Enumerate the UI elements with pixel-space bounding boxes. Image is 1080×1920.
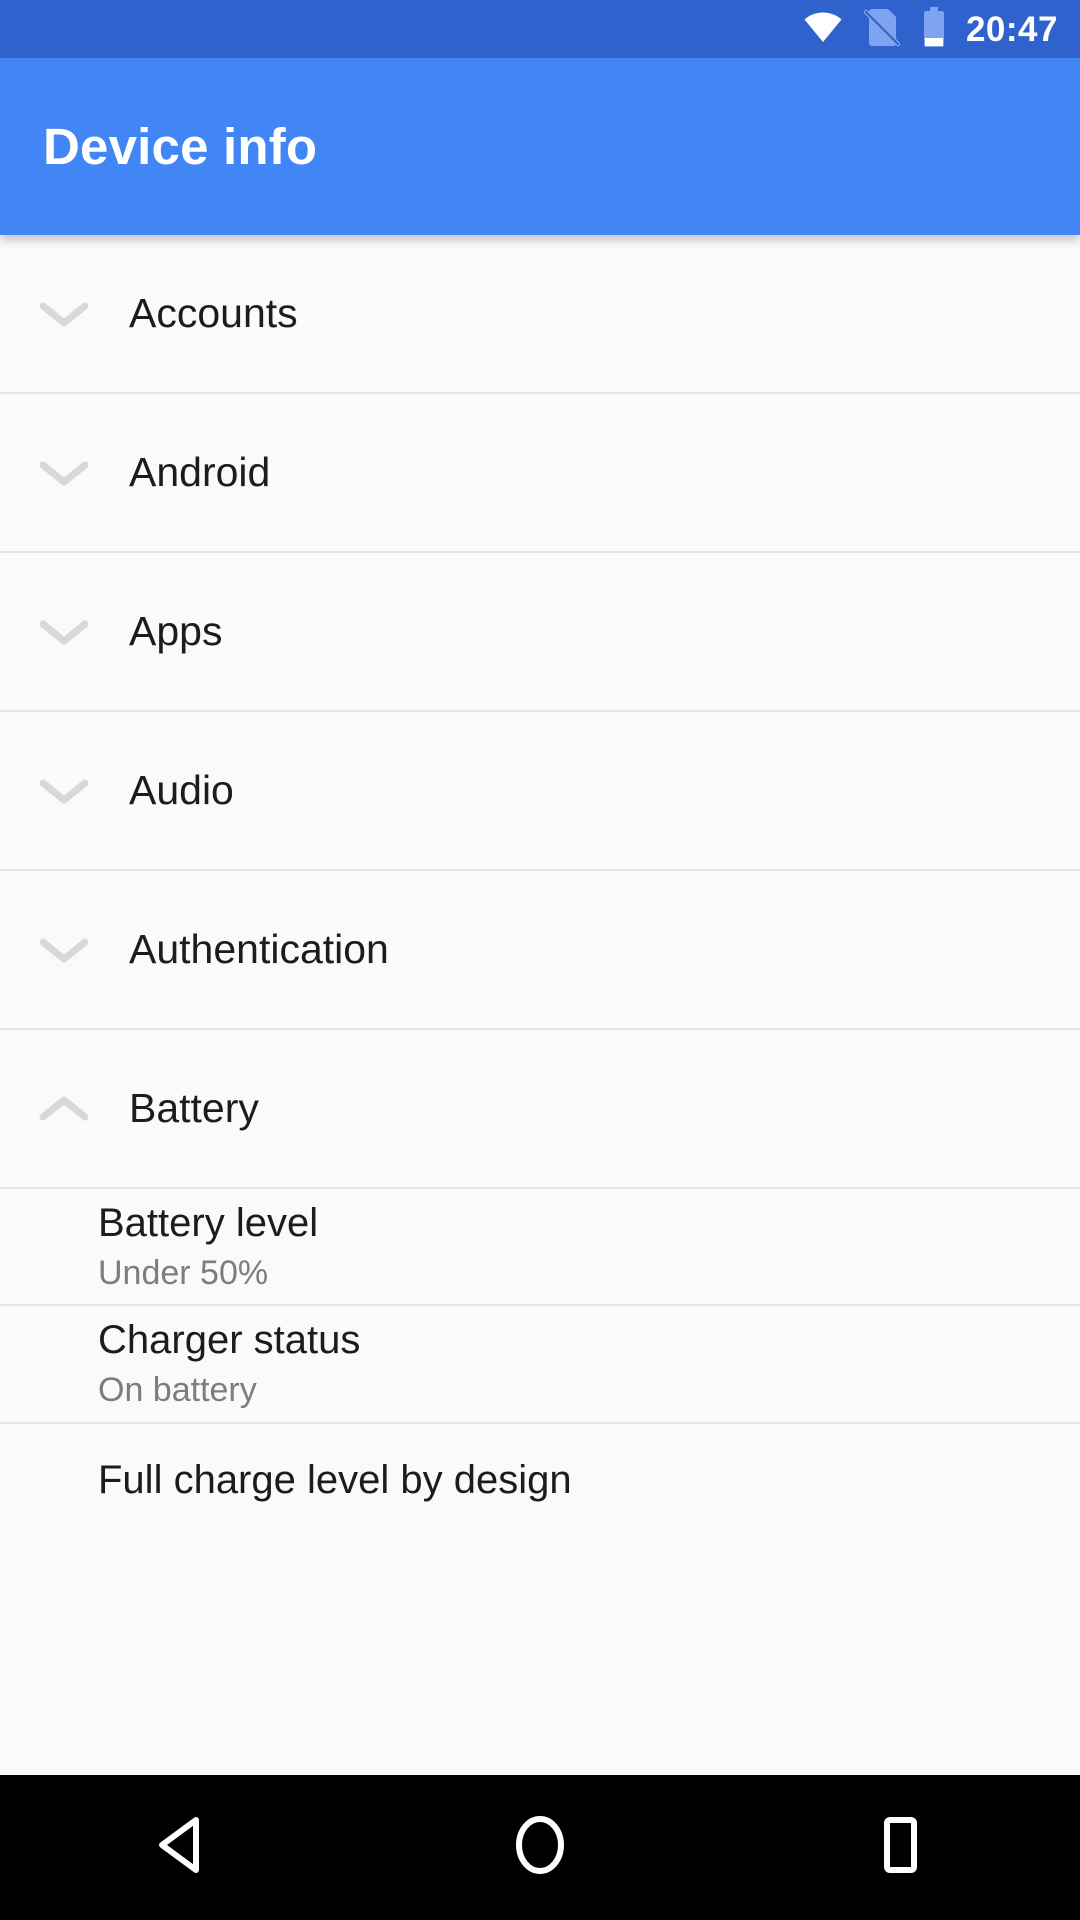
navigation-bar [0,1775,1080,1920]
app-bar: Device info [0,58,1080,235]
status-bar-clock: 20:47 [965,9,1058,49]
circle-icon [512,1814,568,1881]
wifi-icon [802,11,844,48]
detail-row-battery-level[interactable]: Battery level Under 50% [0,1189,1080,1307]
list-item-label: Accounts [129,290,298,336]
list-item-audio[interactable]: Audio [0,712,1080,871]
list-item-label: Battery [129,1085,259,1131]
list-item-apps[interactable]: Apps [0,553,1080,712]
home-button[interactable] [465,1775,615,1920]
list-item-android[interactable]: Android [0,394,1080,553]
chevron-up-icon[interactable] [30,1075,98,1143]
device-info-list[interactable]: Accounts Android Apps Audio Authenticati… [0,235,1080,1920]
chevron-down-icon[interactable] [30,757,98,825]
detail-row-charger-status[interactable]: Charger status On battery [0,1306,1080,1424]
chevron-down-icon[interactable] [30,598,98,666]
list-item-label: Apps [129,608,223,654]
chevron-down-icon[interactable] [30,280,98,348]
detail-title: Battery level [98,1201,319,1245]
chevron-down-icon[interactable] [30,439,98,507]
detail-row-full-charge-level-by-design[interactable]: Full charge level by design [0,1423,1080,1537]
chevron-down-icon[interactable] [30,916,98,984]
list-item-label: Authentication [129,926,389,972]
detail-title: Full charge level by design [98,1457,572,1502]
list-item-label: Android [129,449,271,495]
detail-value: Under 50% [98,1253,269,1292]
list-item-accounts[interactable]: Accounts [0,235,1080,394]
square-icon [875,1814,925,1881]
no-sim-icon [863,6,901,53]
battery-icon [920,6,948,53]
detail-value: On battery [98,1371,257,1410]
page-title: Device info [43,118,318,175]
list-item-battery[interactable]: Battery [0,1030,1080,1189]
triangle-left-icon [152,1815,208,1880]
status-bar: 20:47 [0,0,1080,58]
back-button[interactable] [105,1775,255,1920]
recents-button[interactable] [825,1775,975,1920]
list-item-authentication[interactable]: Authentication [0,871,1080,1030]
device-info-screen: 20:47 Device info Accounts Android Apps … [0,0,1080,1920]
status-bar-icons [802,6,948,53]
detail-title: Charger status [98,1318,361,1363]
list-item-label: Audio [129,767,234,813]
